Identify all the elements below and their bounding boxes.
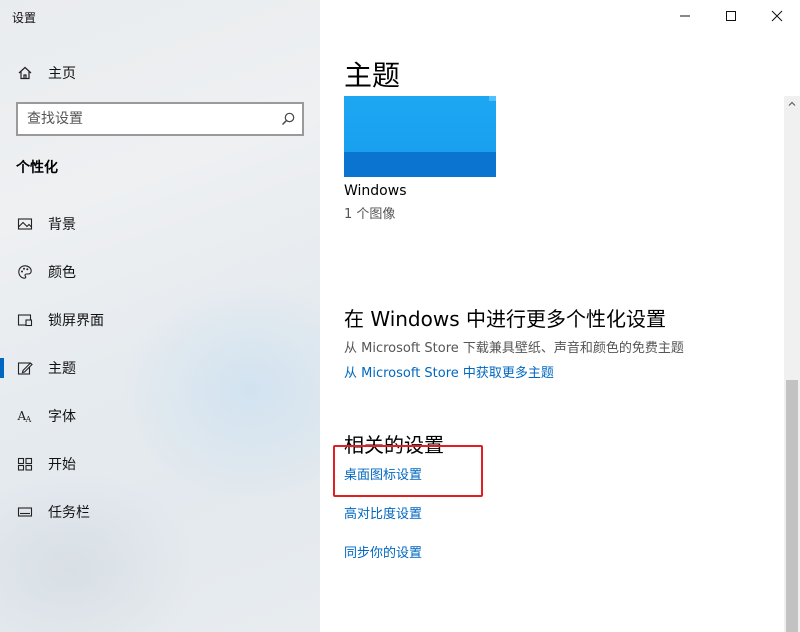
sidebar-item-themes[interactable]: 主题 — [0, 348, 320, 388]
lock-screen-icon — [16, 311, 34, 329]
high-contrast-settings-link[interactable]: 高对比度设置 — [344, 503, 422, 522]
theme-thumbnail[interactable] — [344, 96, 496, 177]
theme-preview-background — [344, 96, 496, 152]
scroll-up-button[interactable] — [784, 96, 800, 112]
page-title: 主题 — [344, 59, 401, 92]
scrollbar[interactable] — [784, 96, 800, 632]
palette-icon — [16, 263, 34, 281]
theme-image-count: 1 个图像 — [344, 207, 396, 222]
search-icon[interactable] — [280, 111, 296, 127]
sidebar-item-label: 开始 — [48, 457, 76, 473]
close-icon — [771, 10, 783, 22]
sidebar-item-fonts[interactable]: AA 字体 — [0, 396, 320, 436]
theme-preview-taskbar — [344, 152, 496, 177]
minimize-icon — [680, 15, 690, 17]
home-icon — [16, 64, 34, 82]
search-box — [16, 102, 304, 136]
chevron-up-icon — [788, 101, 796, 106]
more-personalization-description: 从 Microsoft Store 下载兼具壁纸、声音和颜色的免费主题 — [344, 341, 684, 356]
start-grid-icon — [16, 455, 34, 473]
sidebar-item-label: 主页 — [48, 66, 76, 82]
maximize-icon — [726, 11, 736, 21]
window-title: 设置 — [12, 11, 37, 25]
sidebar-item-label: 主题 — [48, 361, 76, 377]
section-title: 个性化 — [16, 160, 58, 176]
taskbar-icon — [16, 503, 34, 521]
get-more-themes-link[interactable]: 从 Microsoft Store 中获取更多主题 — [344, 362, 554, 381]
more-personalization-heading: 在 Windows 中进行更多个性化设置 — [344, 307, 666, 331]
svg-text:A: A — [25, 415, 32, 424]
sidebar-item-start[interactable]: 开始 — [0, 444, 320, 484]
theme-name: Windows — [344, 183, 407, 199]
sidebar-item-label: 颜色 — [48, 265, 76, 281]
annotation-highlight-box — [333, 445, 483, 497]
sidebar-item-colors[interactable]: 颜色 — [0, 252, 320, 292]
sidebar-item-taskbar[interactable]: 任务栏 — [0, 492, 320, 532]
scrollbar-thumb[interactable] — [786, 380, 798, 632]
sidebar-item-lockscreen[interactable]: 锁屏界面 — [0, 300, 320, 340]
sidebar-item-label: 任务栏 — [48, 505, 90, 521]
sidebar-item-background[interactable]: 背景 — [0, 204, 320, 244]
search-input[interactable] — [18, 104, 268, 134]
font-icon: AA — [16, 407, 34, 425]
theme-edit-icon — [16, 359, 34, 377]
sidebar-item-label: 背景 — [48, 217, 76, 233]
minimize-button[interactable] — [662, 0, 708, 32]
sidebar-item-label: 字体 — [48, 409, 76, 425]
active-indicator — [0, 358, 4, 378]
maximize-button[interactable] — [708, 0, 754, 32]
image-icon — [16, 215, 34, 233]
sidebar-item-label: 锁屏界面 — [48, 313, 104, 329]
theme-preview-accent — [489, 96, 496, 101]
close-button[interactable] — [754, 0, 800, 32]
sidebar-item-home[interactable]: 主页 — [0, 53, 320, 93]
sync-settings-link[interactable]: 同步你的设置 — [344, 542, 422, 561]
sidebar: 设置 主页 个性化 背景 颜色 锁屏界面 主题 — [0, 0, 320, 632]
